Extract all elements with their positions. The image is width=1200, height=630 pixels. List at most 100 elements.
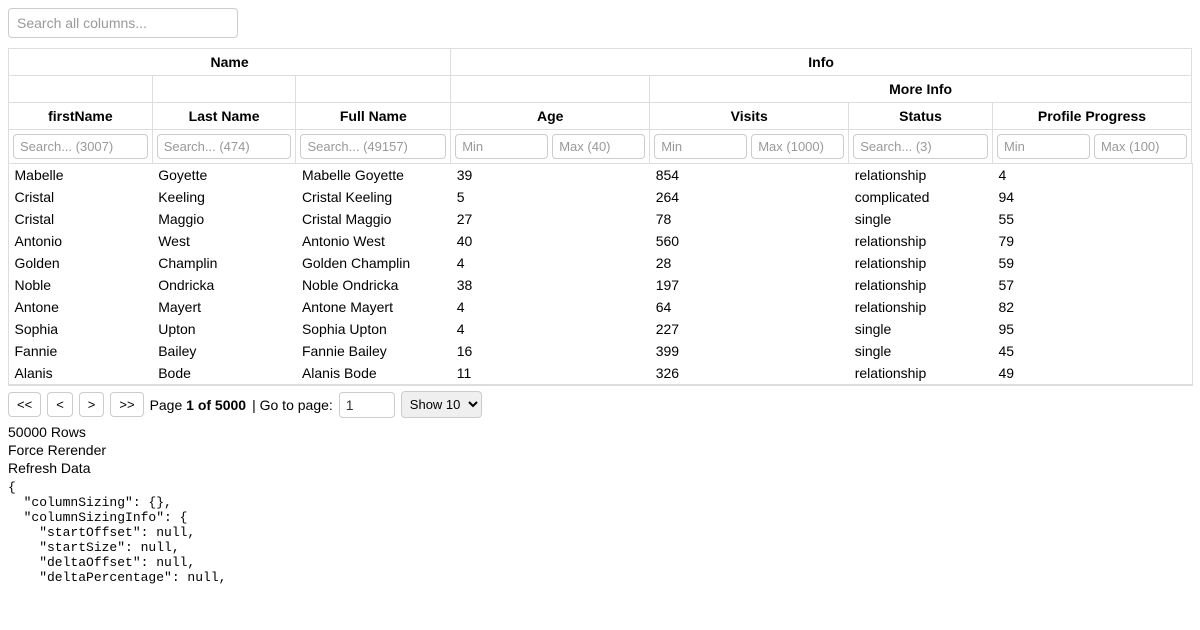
cell-pp: 49 — [992, 362, 1191, 385]
prev-page-button[interactable]: < — [47, 392, 73, 417]
goto-page-input[interactable] — [339, 392, 395, 418]
first-page-button[interactable]: << — [8, 392, 41, 417]
cell-fullName: Mabelle Goyette — [296, 164, 451, 187]
cell-age: 38 — [451, 274, 650, 296]
filter-visits-max-input[interactable] — [751, 134, 844, 159]
table-row: AlanisBodeAlanis Bode11326relationship49 — [9, 362, 1192, 385]
cell-status: relationship — [849, 252, 993, 274]
cell-pp: 59 — [992, 252, 1191, 274]
page-indicator: Page 1 of 5000 — [150, 397, 247, 413]
cell-age: 11 — [451, 362, 650, 385]
cell-fullName: Golden Champlin — [296, 252, 451, 274]
cell-status: single — [849, 340, 993, 362]
cell-age: 4 — [451, 296, 650, 318]
filter-pp-min-input[interactable] — [997, 134, 1090, 159]
cell-fullName: Antone Mayert — [296, 296, 451, 318]
cell-fullName: Alanis Bode — [296, 362, 451, 385]
cell-fullName: Fannie Bailey — [296, 340, 451, 362]
header-firstname[interactable]: firstName — [9, 103, 153, 130]
header-group-more-info[interactable]: More Info — [650, 76, 1192, 103]
filter-age-max-input[interactable] — [552, 134, 645, 159]
cell-pp: 55 — [992, 208, 1191, 230]
global-search-input[interactable] — [8, 8, 238, 38]
filter-fullname-input[interactable] — [300, 134, 446, 159]
cell-visits: 64 — [650, 296, 849, 318]
cell-firstName: Noble — [9, 274, 153, 296]
table-row: SophiaUptonSophia Upton4227single95 — [9, 318, 1192, 340]
cell-lastName: Ondricka — [152, 274, 296, 296]
page-size-select[interactable]: Show 10 — [401, 391, 482, 418]
goto-page-label: | Go to page: — [252, 397, 333, 413]
cell-firstName: Fannie — [9, 340, 153, 362]
filter-age-min-input[interactable] — [455, 134, 548, 159]
cell-lastName: Keeling — [152, 186, 296, 208]
table-row: FannieBaileyFannie Bailey16399single45 — [9, 340, 1192, 362]
cell-pp: 4 — [992, 164, 1191, 187]
filter-pp-max-input[interactable] — [1094, 134, 1187, 159]
cell-status: single — [849, 208, 993, 230]
cell-firstName: Golden — [9, 252, 153, 274]
cell-age: 39 — [451, 164, 650, 187]
cell-lastName: Bailey — [152, 340, 296, 362]
cell-status: relationship — [849, 230, 993, 252]
cell-lastName: West — [152, 230, 296, 252]
cell-visits: 78 — [650, 208, 849, 230]
header-group-info[interactable]: Info — [451, 49, 1192, 76]
cell-pp: 79 — [992, 230, 1191, 252]
header-fullname[interactable]: Full Name — [296, 103, 451, 130]
cell-status: complicated — [849, 186, 993, 208]
cell-status: single — [849, 318, 993, 340]
header-status[interactable]: Status — [849, 103, 993, 130]
cell-visits: 560 — [650, 230, 849, 252]
table-row: AntonioWestAntonio West40560relationship… — [9, 230, 1192, 252]
header-empty-4 — [451, 76, 650, 103]
cell-visits: 197 — [650, 274, 849, 296]
table-row: CristalMaggioCristal Maggio2778single55 — [9, 208, 1192, 230]
header-age[interactable]: Age — [451, 103, 650, 130]
cell-lastName: Bode — [152, 362, 296, 385]
cell-pp: 45 — [992, 340, 1191, 362]
table-row: AntoneMayertAntone Mayert464relationship… — [9, 296, 1192, 318]
filter-firstname-input[interactable] — [13, 134, 148, 159]
cell-firstName: Cristal — [9, 208, 153, 230]
refresh-data-button[interactable]: Refresh Data — [8, 460, 1192, 476]
cell-firstName: Antonio — [9, 230, 153, 252]
header-profile-progress[interactable]: Profile Progress — [992, 103, 1191, 130]
state-json-dump: { "columnSizing": {}, "columnSizingInfo"… — [8, 480, 1192, 585]
header-lastname[interactable]: Last Name — [152, 103, 296, 130]
cell-age: 16 — [451, 340, 650, 362]
cell-firstName: Sophia — [9, 318, 153, 340]
header-group-name[interactable]: Name — [9, 49, 451, 76]
cell-firstName: Antone — [9, 296, 153, 318]
data-table: Name Info More Info firstName Last Name … — [8, 48, 1192, 385]
page-label-prefix: Page — [150, 397, 187, 413]
cell-visits: 399 — [650, 340, 849, 362]
cell-firstName: Mabelle — [9, 164, 153, 187]
last-page-button[interactable]: >> — [110, 392, 143, 417]
cell-visits: 326 — [650, 362, 849, 385]
pagination-bar: << < > >> Page 1 of 5000 | Go to page: S… — [8, 391, 1192, 418]
cell-lastName: Upton — [152, 318, 296, 340]
filter-lastname-input[interactable] — [157, 134, 292, 159]
cell-status: relationship — [849, 164, 993, 187]
cell-status: relationship — [849, 274, 993, 296]
filter-visits-min-input[interactable] — [654, 134, 747, 159]
cell-lastName: Mayert — [152, 296, 296, 318]
cell-lastName: Champlin — [152, 252, 296, 274]
cell-visits: 28 — [650, 252, 849, 274]
cell-fullName: Cristal Keeling — [296, 186, 451, 208]
cell-lastName: Goyette — [152, 164, 296, 187]
cell-age: 27 — [451, 208, 650, 230]
row-count-label: 50000 Rows — [8, 424, 1192, 440]
page-current: 1 of 5000 — [186, 397, 246, 413]
cell-pp: 94 — [992, 186, 1191, 208]
header-visits[interactable]: Visits — [650, 103, 849, 130]
filter-status-input[interactable] — [853, 134, 988, 159]
cell-firstName: Alanis — [9, 362, 153, 385]
cell-firstName: Cristal — [9, 186, 153, 208]
cell-fullName: Sophia Upton — [296, 318, 451, 340]
force-rerender-button[interactable]: Force Rerender — [8, 442, 1192, 458]
cell-pp: 57 — [992, 274, 1191, 296]
next-page-button[interactable]: > — [79, 392, 105, 417]
header-empty-1 — [9, 76, 153, 103]
